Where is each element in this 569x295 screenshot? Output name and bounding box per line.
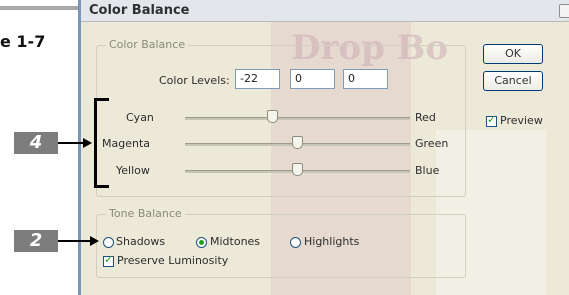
cyan-red-slider-thumb[interactable] — [267, 110, 279, 123]
callout-2: 2 — [14, 230, 58, 252]
color-levels-label: Color Levels: — [159, 74, 230, 87]
dialog-titlebar[interactable]: Color Balance — [81, 0, 569, 22]
cancel-button[interactable]: Cancel — [483, 71, 543, 91]
slider-right-label-green: Green — [415, 137, 449, 150]
figure-bar — [0, 6, 80, 10]
magenta-green-slider-thumb[interactable] — [292, 136, 303, 149]
highlights-label[interactable]: Highlights — [304, 235, 359, 248]
midtones-label[interactable]: Midtones — [210, 235, 260, 248]
slider-right-label-red: Red — [415, 111, 436, 124]
yellow-blue-slider-thumb[interactable] — [292, 163, 303, 176]
ok-button[interactable]: OK — [483, 44, 543, 64]
preview-label[interactable]: Preview — [500, 114, 543, 127]
color-level-yellow-blue-input[interactable]: 0 — [343, 69, 388, 89]
callout-2-arrow — [58, 240, 90, 242]
figure-label: e 1-7 — [0, 32, 46, 51]
color-balance-group-title: Color Balance — [106, 38, 189, 51]
callout-4: 4 — [14, 132, 58, 154]
callout-4-arrow — [58, 142, 83, 144]
slider-left-label-yellow: Yellow — [116, 164, 150, 177]
preserve-luminosity-checkbox[interactable] — [103, 253, 114, 267]
close-icon[interactable] — [559, 4, 569, 18]
color-balance-dialog: Drop Bo Color Balance Color Balance Colo… — [78, 0, 569, 295]
color-level-cyan-red-input[interactable]: -22 — [235, 69, 280, 89]
tone-balance-group-title: Tone Balance — [106, 207, 185, 220]
cyan-red-slider-track[interactable] — [185, 117, 410, 120]
shadows-radio[interactable] — [103, 237, 114, 248]
highlights-radio[interactable] — [290, 237, 301, 248]
slider-left-label-magenta: Magenta — [102, 137, 151, 150]
slider-right-label-blue: Blue — [415, 164, 440, 177]
slider-left-label-cyan: Cyan — [126, 111, 154, 124]
midtones-radio[interactable] — [196, 237, 207, 248]
preserve-luminosity-label[interactable]: Preserve Luminosity — [117, 254, 228, 267]
color-level-magenta-green-input[interactable]: 0 — [290, 69, 335, 89]
callout-4-arrowhead — [83, 138, 92, 148]
slider-bracket — [94, 98, 109, 188]
callout-2-arrowhead — [90, 236, 99, 246]
shadows-label[interactable]: Shadows — [116, 235, 165, 248]
preview-checkbox[interactable] — [486, 113, 497, 127]
dialog-title: Color Balance — [89, 3, 190, 18]
